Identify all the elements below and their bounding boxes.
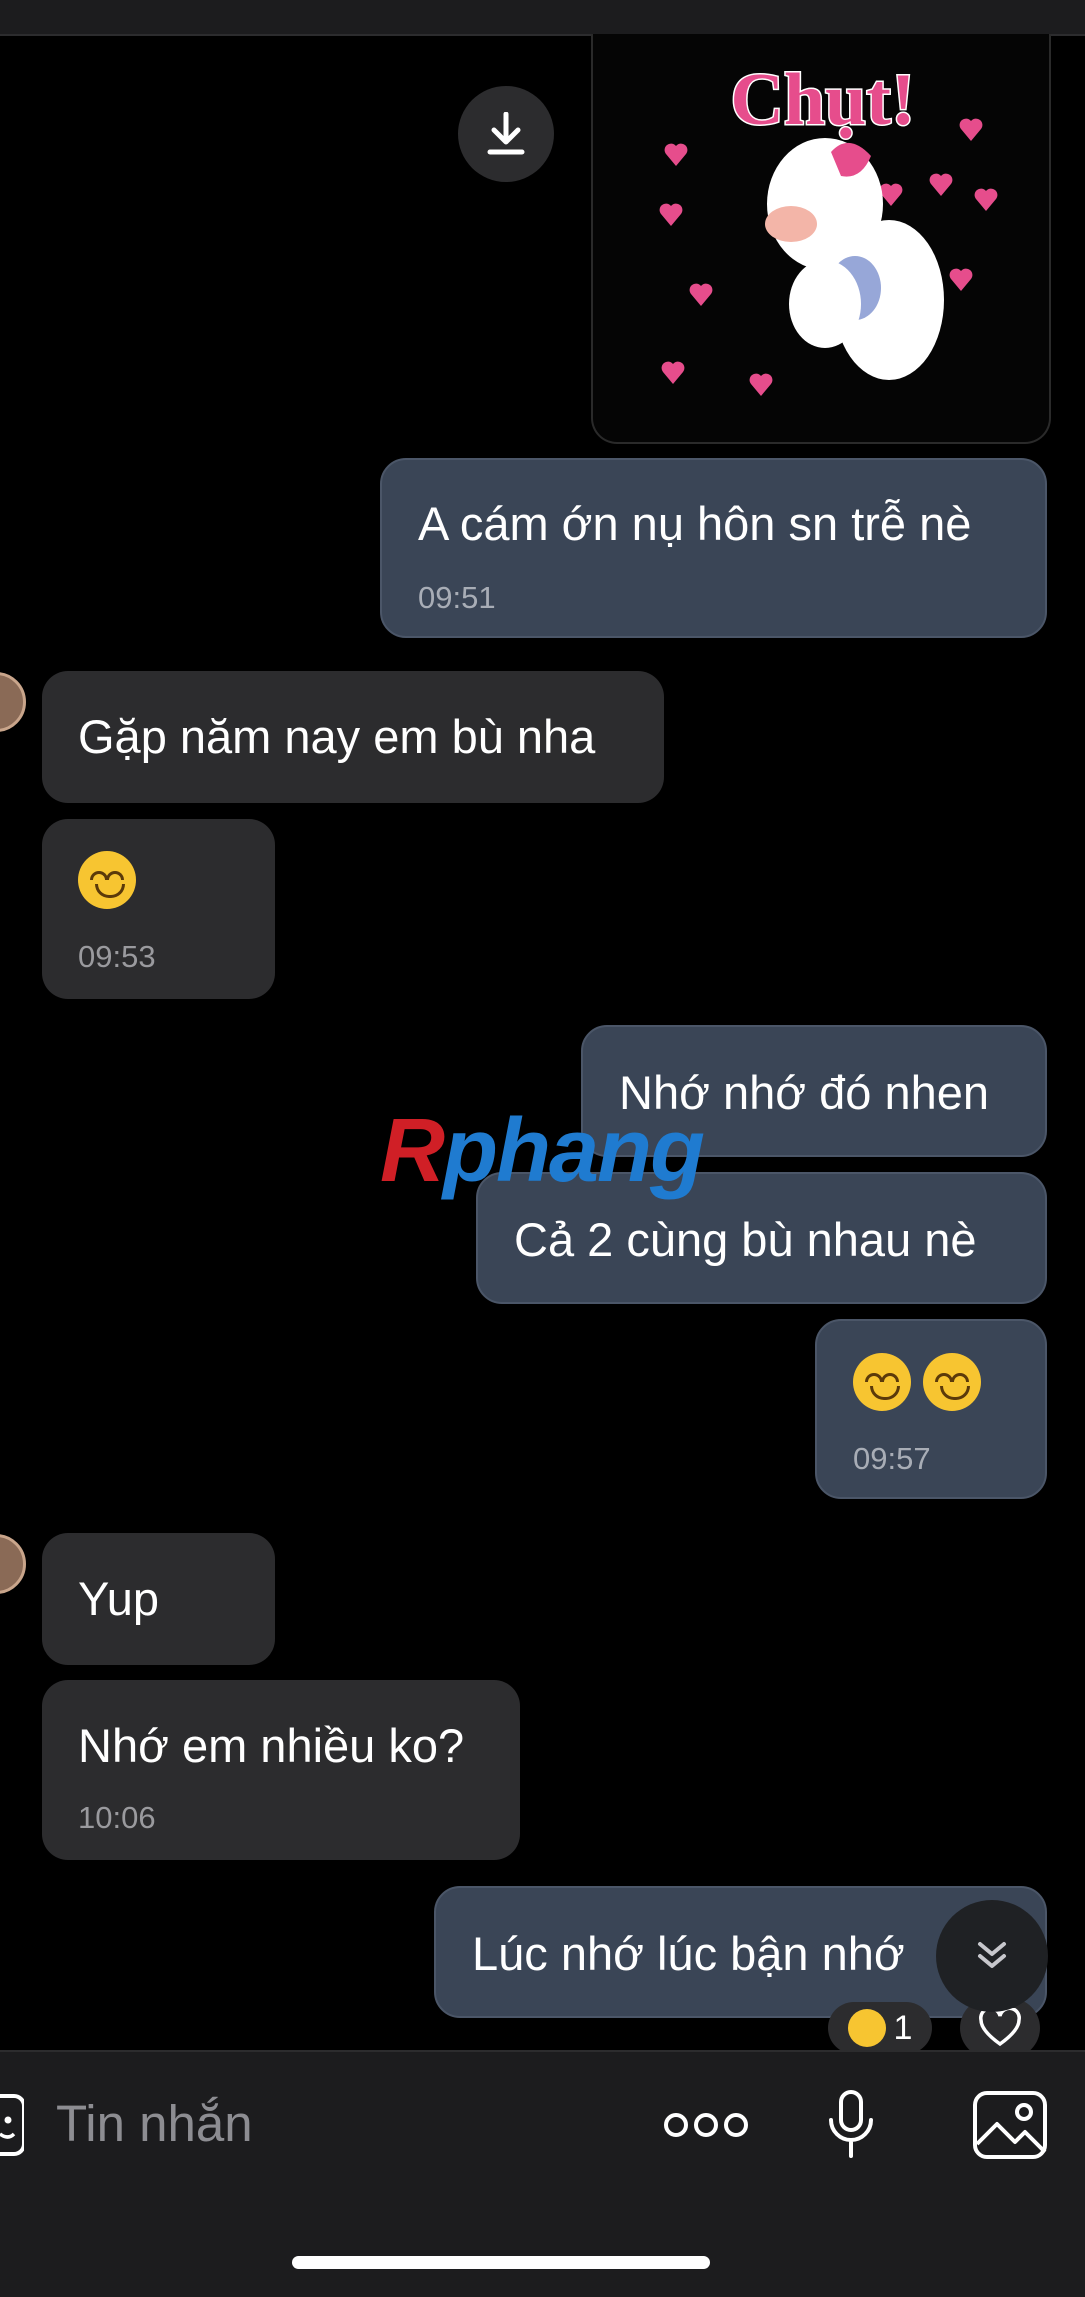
avatar[interactable] bbox=[0, 1534, 26, 1594]
message-text: Nhớ em nhiều ko? bbox=[78, 1719, 465, 1772]
top-bar bbox=[0, 0, 1085, 36]
message-bubble-incoming[interactable]: 09:53 bbox=[42, 819, 275, 999]
mic-icon[interactable] bbox=[826, 2090, 876, 2160]
message-text: A cám ớn nụ hôn sn trễ nè bbox=[418, 497, 972, 550]
smiling-emoji bbox=[853, 1353, 911, 1411]
message-text: Yup bbox=[78, 1572, 160, 1625]
message-time: 09:53 bbox=[78, 939, 156, 974]
message-text: Lúc nhớ lúc bận nhớ bbox=[472, 1927, 905, 1980]
sticker-image: Chụt! bbox=[659, 58, 998, 396]
message-bubble-outgoing[interactable]: 09:57 bbox=[815, 1319, 1047, 1499]
message-time: 09:51 bbox=[418, 580, 496, 615]
smiling-emoji bbox=[923, 1353, 981, 1411]
message-bubble-incoming[interactable]: Nhớ em nhiều ko? 10:06 bbox=[42, 1680, 520, 1860]
message-text: Cả 2 cùng bù nhau nè bbox=[514, 1213, 977, 1266]
heart-icon bbox=[979, 2008, 1021, 2047]
scroll-to-bottom-button[interactable] bbox=[936, 1900, 1048, 2012]
sticker-message[interactable]: Chụt! bbox=[591, 34, 1051, 444]
download-button[interactable] bbox=[458, 86, 554, 182]
message-time: 09:57 bbox=[853, 1441, 931, 1476]
message-bubble-incoming[interactable]: Yup bbox=[42, 1533, 275, 1665]
watermark-logo: Rphang bbox=[380, 1101, 705, 1201]
grinning-squint-emoji bbox=[78, 851, 136, 909]
svg-text:Chụt!: Chụt! bbox=[730, 59, 915, 141]
sticker-icon[interactable] bbox=[0, 2090, 24, 2160]
laughing-emoji bbox=[847, 2009, 886, 2047]
message-bubble-incoming[interactable]: Gặp năm nay em bù nha bbox=[42, 671, 664, 803]
avatar[interactable] bbox=[0, 672, 26, 732]
reaction-chip[interactable]: 1 bbox=[828, 2002, 932, 2054]
gallery-icon[interactable] bbox=[972, 2090, 1048, 2160]
message-input[interactable]: Tin nhắn bbox=[56, 2094, 253, 2153]
scroll-down-icon bbox=[978, 1942, 1006, 1968]
download-icon bbox=[487, 112, 525, 155]
more-icon[interactable] bbox=[664, 2110, 748, 2140]
reaction-count: 1 bbox=[893, 2008, 913, 2047]
home-indicator bbox=[292, 2256, 710, 2269]
message-time: 10:06 bbox=[78, 1800, 156, 1835]
message-bubble-outgoing[interactable]: A cám ớn nụ hôn sn trễ nè 09:51 bbox=[380, 458, 1047, 638]
message-text: Gặp năm nay em bù nha bbox=[78, 710, 596, 763]
